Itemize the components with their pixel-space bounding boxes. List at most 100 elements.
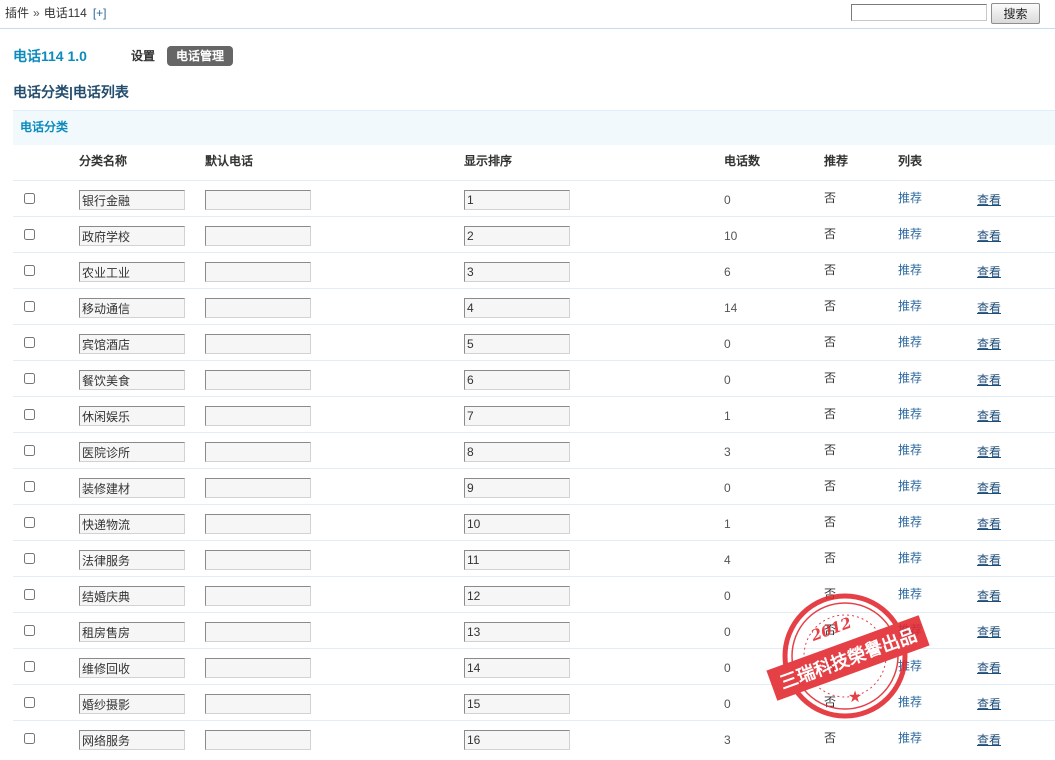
category-name-input[interactable]	[79, 550, 185, 570]
add-shortcut-link[interactable]: [+]	[93, 6, 107, 20]
recommend-link[interactable]: 推荐	[898, 263, 922, 277]
display-order-input[interactable]	[464, 370, 570, 390]
tab-settings[interactable]: 设置	[131, 46, 155, 66]
view-link[interactable]: 查看	[977, 409, 1001, 423]
display-order-input[interactable]	[464, 442, 570, 462]
row-checkbox[interactable]	[24, 697, 35, 708]
row-checkbox[interactable]	[24, 733, 35, 744]
row-checkbox[interactable]	[24, 193, 35, 204]
display-order-input[interactable]	[464, 190, 570, 210]
view-link[interactable]: 查看	[977, 373, 1001, 387]
default-phone-input[interactable]	[205, 442, 311, 462]
view-link[interactable]: 查看	[977, 733, 1001, 747]
category-name-input[interactable]	[79, 730, 185, 750]
view-link[interactable]: 查看	[977, 265, 1001, 279]
row-checkbox[interactable]	[24, 445, 35, 456]
recommend-link[interactable]: 推荐	[898, 659, 922, 673]
row-checkbox[interactable]	[24, 373, 35, 384]
recommend-link[interactable]: 推荐	[898, 695, 922, 709]
category-name-input[interactable]	[79, 478, 185, 498]
search-button[interactable]: 搜索	[991, 3, 1040, 24]
display-order-input[interactable]	[464, 334, 570, 354]
view-link[interactable]: 查看	[977, 301, 1001, 315]
recommend-link[interactable]: 推荐	[898, 227, 922, 241]
display-order-input[interactable]	[464, 298, 570, 318]
category-name-input[interactable]	[79, 442, 185, 462]
default-phone-input[interactable]	[205, 586, 311, 606]
row-checkbox[interactable]	[24, 589, 35, 600]
view-link[interactable]: 查看	[977, 697, 1001, 711]
view-link[interactable]: 查看	[977, 445, 1001, 459]
recommend-link[interactable]: 推荐	[898, 335, 922, 349]
category-name-input[interactable]	[79, 658, 185, 678]
row-checkbox[interactable]	[24, 409, 35, 420]
view-link[interactable]: 查看	[977, 661, 1001, 675]
default-phone-input[interactable]	[205, 514, 311, 534]
view-link[interactable]: 查看	[977, 481, 1001, 495]
tab-phone-management[interactable]: 电话管理	[167, 46, 233, 66]
row-checkbox[interactable]	[24, 625, 35, 636]
default-phone-input[interactable]	[205, 226, 311, 246]
view-link[interactable]: 查看	[977, 337, 1001, 351]
category-name-input[interactable]	[79, 370, 185, 390]
recommend-link[interactable]: 推荐	[898, 407, 922, 421]
view-link[interactable]: 查看	[977, 517, 1001, 531]
recommend-link[interactable]: 推荐	[898, 191, 922, 205]
recommend-link[interactable]: 推荐	[898, 515, 922, 529]
default-phone-input[interactable]	[205, 406, 311, 426]
row-checkbox[interactable]	[24, 517, 35, 528]
view-link[interactable]: 查看	[977, 229, 1001, 243]
category-name-input[interactable]	[79, 298, 185, 318]
recommend-link[interactable]: 推荐	[898, 443, 922, 457]
display-order-input[interactable]	[464, 478, 570, 498]
breadcrumb-root[interactable]: 插件	[5, 6, 29, 20]
row-checkbox[interactable]	[24, 229, 35, 240]
default-phone-input[interactable]	[205, 550, 311, 570]
row-checkbox[interactable]	[24, 661, 35, 672]
display-order-input[interactable]	[464, 262, 570, 282]
recommend-link[interactable]: 推荐	[898, 587, 922, 601]
category-name-input[interactable]	[79, 190, 185, 210]
row-checkbox[interactable]	[24, 265, 35, 276]
default-phone-input[interactable]	[205, 370, 311, 390]
display-order-input[interactable]	[464, 586, 570, 606]
category-name-input[interactable]	[79, 586, 185, 606]
search-input[interactable]	[851, 4, 987, 21]
row-checkbox[interactable]	[24, 481, 35, 492]
subnav-list-link[interactable]: 电话列表	[73, 84, 129, 100]
category-name-input[interactable]	[79, 622, 185, 642]
display-order-input[interactable]	[464, 694, 570, 714]
default-phone-input[interactable]	[205, 334, 311, 354]
view-link[interactable]: 查看	[977, 193, 1001, 207]
view-link[interactable]: 查看	[977, 553, 1001, 567]
row-checkbox[interactable]	[24, 553, 35, 564]
default-phone-input[interactable]	[205, 730, 311, 750]
category-name-input[interactable]	[79, 262, 185, 282]
default-phone-input[interactable]	[205, 190, 311, 210]
view-link[interactable]: 查看	[977, 589, 1001, 603]
recommend-link[interactable]: 推荐	[898, 623, 922, 637]
display-order-input[interactable]	[464, 658, 570, 678]
display-order-input[interactable]	[464, 730, 570, 750]
row-checkbox[interactable]	[24, 337, 35, 348]
category-name-input[interactable]	[79, 694, 185, 714]
default-phone-input[interactable]	[205, 622, 311, 642]
recommend-link[interactable]: 推荐	[898, 371, 922, 385]
view-link[interactable]: 查看	[977, 625, 1001, 639]
category-name-input[interactable]	[79, 334, 185, 354]
category-name-input[interactable]	[79, 406, 185, 426]
category-name-input[interactable]	[79, 226, 185, 246]
category-name-input[interactable]	[79, 514, 185, 534]
default-phone-input[interactable]	[205, 262, 311, 282]
recommend-link[interactable]: 推荐	[898, 299, 922, 313]
default-phone-input[interactable]	[205, 298, 311, 318]
row-checkbox[interactable]	[24, 301, 35, 312]
default-phone-input[interactable]	[205, 478, 311, 498]
default-phone-input[interactable]	[205, 694, 311, 714]
recommend-link[interactable]: 推荐	[898, 731, 922, 745]
display-order-input[interactable]	[464, 514, 570, 534]
recommend-link[interactable]: 推荐	[898, 551, 922, 565]
display-order-input[interactable]	[464, 226, 570, 246]
default-phone-input[interactable]	[205, 658, 311, 678]
subnav-categories-link[interactable]: 电话分类	[13, 84, 69, 100]
